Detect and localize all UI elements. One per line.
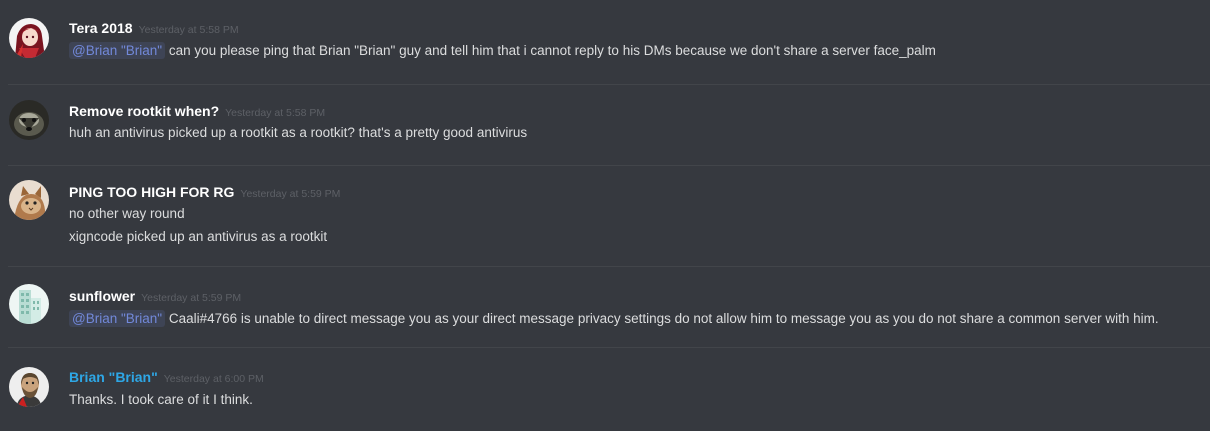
message-group: Remove rootkit when? Yesterday at 5:58 PM… — [0, 85, 1210, 165]
message-content: xigncode picked up an antivirus as a roo… — [69, 229, 328, 244]
message-text: Thanks. I took care of it I think. — [69, 392, 253, 407]
message-text: huh an antivirus picked up a rootkit as … — [69, 125, 527, 140]
user-mention[interactable]: @Brian "Brian" — [69, 310, 166, 327]
timestamp: Yesterday at 5:58 PM — [138, 24, 239, 36]
message-content: Caali#4766 is unable to direct message y… — [168, 311, 1159, 326]
anime-girl-avatar[interactable] — [9, 18, 49, 58]
username[interactable]: Remove rootkit when? — [69, 103, 219, 119]
cat-avatar[interactable] — [9, 180, 49, 220]
message-content: huh an antivirus picked up a rootkit as … — [69, 125, 528, 140]
message-text: no other way round — [69, 206, 185, 221]
message-text: xigncode picked up an antivirus as a roo… — [69, 229, 327, 244]
message-group: sunflower Yesterday at 5:59 PM @Brian "Br… — [0, 267, 1210, 347]
timestamp: Yesterday at 5:59 PM — [240, 188, 341, 200]
message-list: Tera 2018 Yesterday at 5:58 PM @Brian "Br… — [0, 0, 1210, 431]
timestamp: Yesterday at 5:59 PM — [141, 292, 242, 304]
message-content: no other way round — [69, 206, 185, 221]
timestamp: Yesterday at 5:58 PM — [225, 107, 326, 119]
message-text: @Brian "Brian" can you please ping that … — [69, 42, 936, 59]
message-header: Tera 2018 Yesterday at 5:58 PM — [69, 20, 239, 38]
building-avatar[interactable] — [9, 284, 49, 324]
username[interactable]: PING TOO HIGH FOR RG — [69, 184, 234, 200]
message-content: can you please ping that Brian "Brian" g… — [168, 43, 936, 58]
username[interactable]: sunflower — [69, 288, 135, 304]
message-group: PING TOO HIGH FOR RG Yesterday at 5:59 PM… — [0, 166, 1210, 266]
username[interactable]: Brian "Brian" — [69, 369, 158, 385]
bearded-man-avatar[interactable] — [9, 367, 49, 407]
message-header: sunflower Yesterday at 5:59 PM — [69, 288, 241, 306]
badger-avatar[interactable] — [9, 100, 49, 140]
message-header: Brian "Brian" Yesterday at 6:00 PM — [69, 369, 264, 387]
message-header: Remove rootkit when? Yesterday at 5:58 PM — [69, 103, 325, 121]
message-text: @Brian "Brian" Caali#4766 is unable to d… — [69, 310, 1159, 327]
message-group: Tera 2018 Yesterday at 5:58 PM @Brian "Br… — [0, 0, 1210, 84]
message-content: Thanks. I took care of it I think. — [69, 392, 253, 407]
user-mention[interactable]: @Brian "Brian" — [69, 42, 166, 59]
timestamp: Yesterday at 6:00 PM — [163, 373, 264, 385]
username[interactable]: Tera 2018 — [69, 20, 133, 36]
message-group: Brian "Brian" Yesterday at 6:00 PM Thanks… — [0, 348, 1210, 431]
message-header: PING TOO HIGH FOR RG Yesterday at 5:59 PM — [69, 184, 340, 202]
